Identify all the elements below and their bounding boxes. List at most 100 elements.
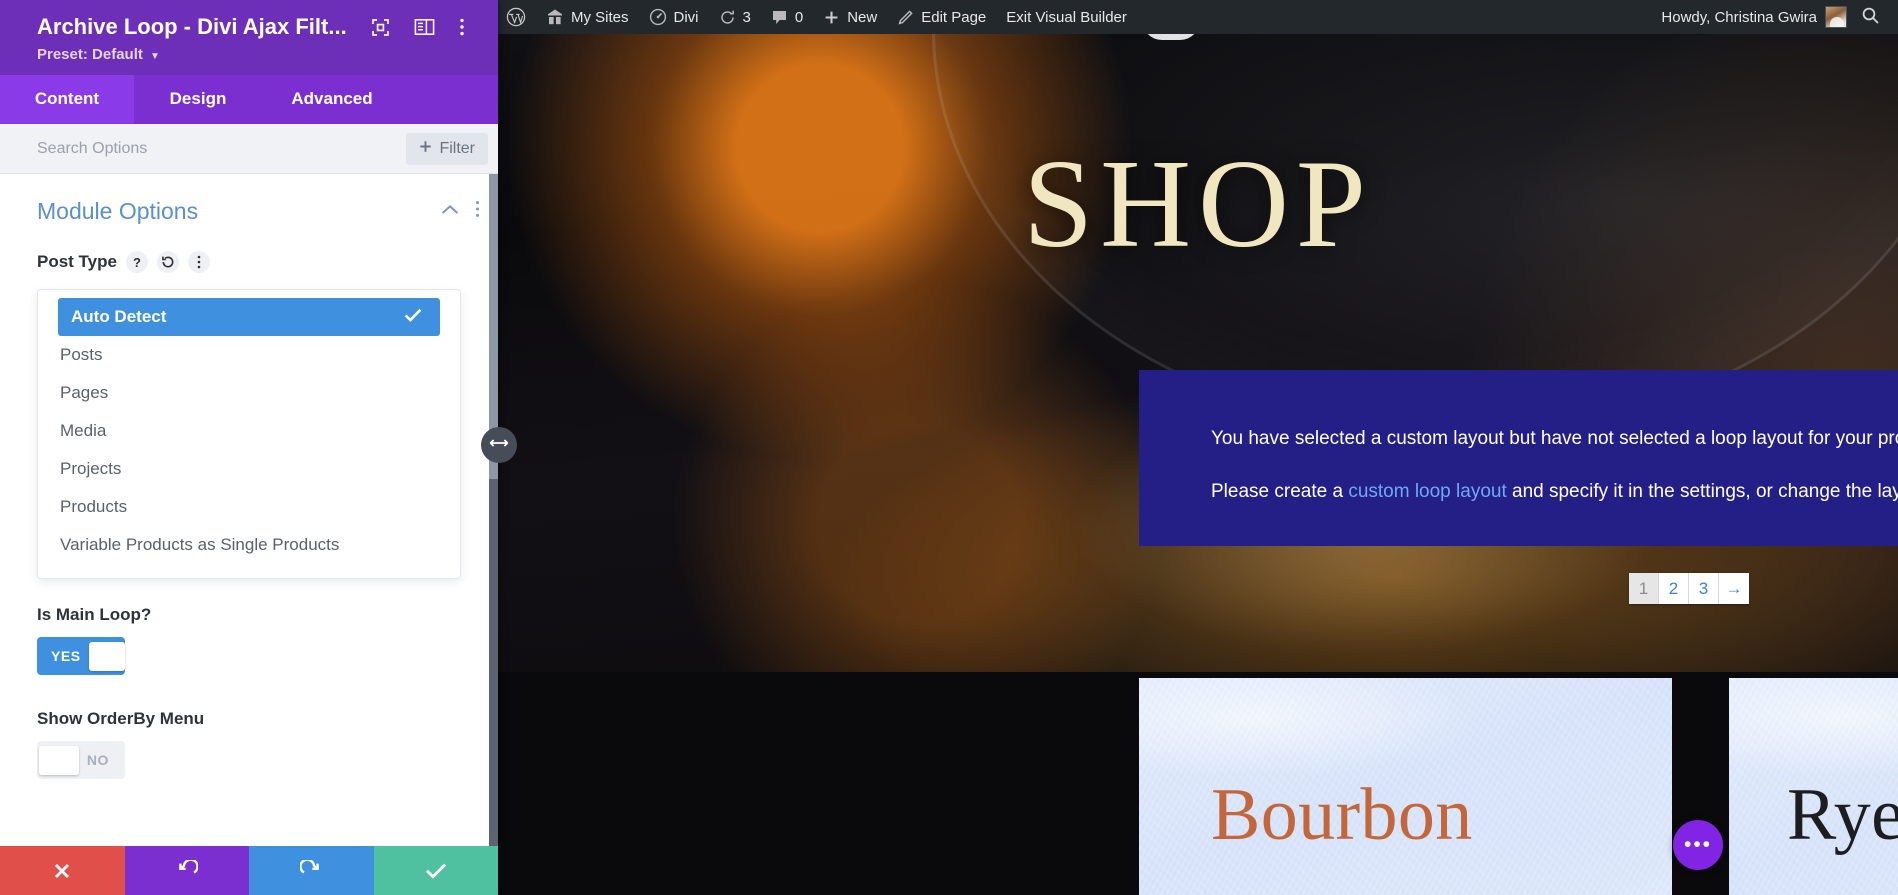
loop-layout-notice: You have selected a custom layout but ha… xyxy=(1139,370,1898,546)
dropdown-option-projects[interactable]: Projects xyxy=(38,450,460,488)
panel-resize-handle[interactable] xyxy=(481,427,517,463)
cancel-button[interactable] xyxy=(0,846,125,895)
pagination-page-3[interactable]: 3 xyxy=(1689,573,1719,604)
is-main-loop-label: Is Main Loop? xyxy=(37,605,152,625)
pagination-next-arrow-icon[interactable]: → xyxy=(1719,573,1749,604)
adminbar-item-new[interactable]: New xyxy=(813,0,887,34)
kebab-menu-icon[interactable] xyxy=(475,200,480,223)
adminbar-label: 0 xyxy=(794,8,804,26)
show-orderby-menu-toggle[interactable]: NO xyxy=(37,741,125,780)
dropdown-option-media[interactable]: Media xyxy=(38,412,460,450)
is-main-loop-field: Is Main Loop? YES xyxy=(0,605,498,676)
adminbar-item-edit-page[interactable]: Edit Page xyxy=(887,0,996,34)
page-title: SHOP xyxy=(1023,135,1373,274)
updates-icon xyxy=(719,9,736,26)
dropdown-option-posts[interactable]: Posts xyxy=(38,336,460,374)
tab-content[interactable]: Content xyxy=(0,75,134,125)
panel-header-icon-group[interactable] xyxy=(371,17,465,37)
wordpress-logo-icon xyxy=(506,7,526,27)
pencil-icon xyxy=(897,9,914,26)
custom-loop-layout-link[interactable]: custom loop layout xyxy=(1348,481,1506,502)
my-sites-icon xyxy=(546,8,564,26)
pagination-page-1[interactable]: 1 xyxy=(1629,573,1659,604)
undo-button[interactable] xyxy=(124,846,249,895)
tab-advanced[interactable]: Advanced xyxy=(262,75,402,124)
panel-header: Archive Loop - Divi Ajax Filt... Preset:… xyxy=(0,0,498,76)
adminbar-item-my-sites[interactable]: My Sites xyxy=(536,0,639,34)
panel-title: Archive Loop - Divi Ajax Filt... xyxy=(37,14,347,39)
adminbar-account-area[interactable]: Howdy, Christina Gwira xyxy=(1661,6,1898,29)
comments-icon xyxy=(771,9,788,26)
toggle-state-label: YES xyxy=(51,648,81,665)
plus-icon xyxy=(823,9,840,26)
panel-tabs[interactable]: Content Design Advanced xyxy=(0,75,498,125)
filter-button-label: Filter xyxy=(439,139,475,157)
dropdown-option-auto-detect[interactable]: Auto Detect xyxy=(58,298,440,337)
show-orderby-menu-field: Show OrderBy Menu NO xyxy=(0,709,498,780)
toggle-knob xyxy=(88,641,125,671)
kebab-menu-icon[interactable] xyxy=(459,17,465,37)
visual-builder-canvas[interactable]: SHOP You have selected a custom layout b… xyxy=(498,0,1898,895)
kebab-menu-icon[interactable] xyxy=(187,251,210,274)
section-header-icons[interactable] xyxy=(441,200,480,223)
post-type-label: Post Type xyxy=(37,252,117,272)
notice-line-2-after: and specify it in the settings, or chang… xyxy=(1512,481,1898,503)
toggle-state-label: NO xyxy=(86,752,109,769)
dropdown-option-pages[interactable]: Pages xyxy=(38,374,460,412)
adminbar-label: Divi xyxy=(673,8,699,26)
adminbar-item-comments[interactable]: 0 xyxy=(761,0,813,34)
search-input[interactable] xyxy=(37,139,337,158)
question-mark-icon[interactable]: ? xyxy=(125,251,148,274)
chevron-up-icon[interactable] xyxy=(441,203,459,221)
adminbar-item-exit-visual-builder[interactable]: Exit Visual Builder xyxy=(996,0,1137,34)
pagination[interactable]: 1 2 3 → xyxy=(1629,573,1749,604)
adminbar-label: Exit Visual Builder xyxy=(1006,8,1127,26)
post-type-field-header: Post Type ? xyxy=(0,251,498,274)
product-card[interactable]: Rye xyxy=(1729,678,1898,895)
notice-line-1: You have selected a custom layout but ha… xyxy=(1211,428,1898,449)
plus-icon xyxy=(419,140,432,158)
section-title: Module Options xyxy=(37,198,199,225)
dropdown-option-products[interactable]: Products xyxy=(38,488,460,526)
save-button[interactable] xyxy=(373,846,498,895)
panel-scroll-area[interactable]: Module Options Post Type ? Auto Detect P… xyxy=(0,174,498,846)
divi-module-settings-panel[interactable]: Archive Loop - Divi Ajax Filt... Preset:… xyxy=(0,0,498,895)
panel-body[interactable]: Module Options Post Type ? Auto Detect P… xyxy=(0,174,498,846)
redo-button[interactable] xyxy=(249,846,374,895)
adminbar-label: New xyxy=(847,8,878,26)
horizontal-resize-icon xyxy=(488,436,510,454)
panel-scrollbar[interactable] xyxy=(489,174,498,846)
target-focus-icon[interactable] xyxy=(371,18,390,37)
module-settings-ellipsis-icon[interactable]: ••• xyxy=(1673,820,1723,870)
panel-header-row: Archive Loop - Divi Ajax Filt... xyxy=(37,14,482,40)
show-orderby-menu-label: Show OrderBy Menu xyxy=(37,709,205,729)
adminbar-item-divi[interactable]: Divi xyxy=(639,0,709,34)
howdy-greeting: Howdy, Christina Gwira xyxy=(1661,8,1817,26)
search-icon[interactable] xyxy=(1861,6,1880,29)
avatar[interactable] xyxy=(1825,6,1847,28)
adminbar-label: Edit Page xyxy=(921,8,987,26)
pagination-page-2[interactable]: 2 xyxy=(1659,573,1689,604)
product-title: Bourbon xyxy=(1211,774,1473,856)
module-options-section-header[interactable]: Module Options xyxy=(0,198,498,225)
adminbar-item-updates[interactable]: 3 xyxy=(709,0,761,34)
adminbar-label: 3 xyxy=(742,8,751,26)
post-type-dropdown-list[interactable]: Auto Detect Posts Pages Media Projects P… xyxy=(37,289,461,580)
reset-undo-icon[interactable] xyxy=(156,251,179,274)
preset-selector[interactable]: Preset: Default ▼ xyxy=(37,46,482,63)
toggle-knob xyxy=(38,745,79,775)
notice-line-2-before: Please create a xyxy=(1211,481,1349,503)
product-card[interactable]: Bourbon xyxy=(1139,678,1672,895)
preset-label: Preset: Default xyxy=(37,46,143,64)
dropdown-option-variable-products-as-single-products[interactable]: Variable Products as Single Products xyxy=(38,526,460,564)
layout-columns-icon[interactable] xyxy=(414,18,435,36)
panel-footer-actions[interactable] xyxy=(0,846,498,895)
product-title: Rye xyxy=(1787,774,1898,856)
tab-design[interactable]: Design xyxy=(134,75,262,124)
filter-button[interactable]: Filter xyxy=(406,132,488,165)
adminbar-item-wordpress-logo[interactable] xyxy=(498,0,536,34)
divi-icon xyxy=(649,8,667,26)
panel-search-row[interactable]: Filter xyxy=(0,124,498,175)
is-main-loop-toggle[interactable]: YES xyxy=(37,637,125,676)
wordpress-admin-bar[interactable]: My Sites Divi 3 0 New Edit Page Exit Vis… xyxy=(498,0,1898,34)
